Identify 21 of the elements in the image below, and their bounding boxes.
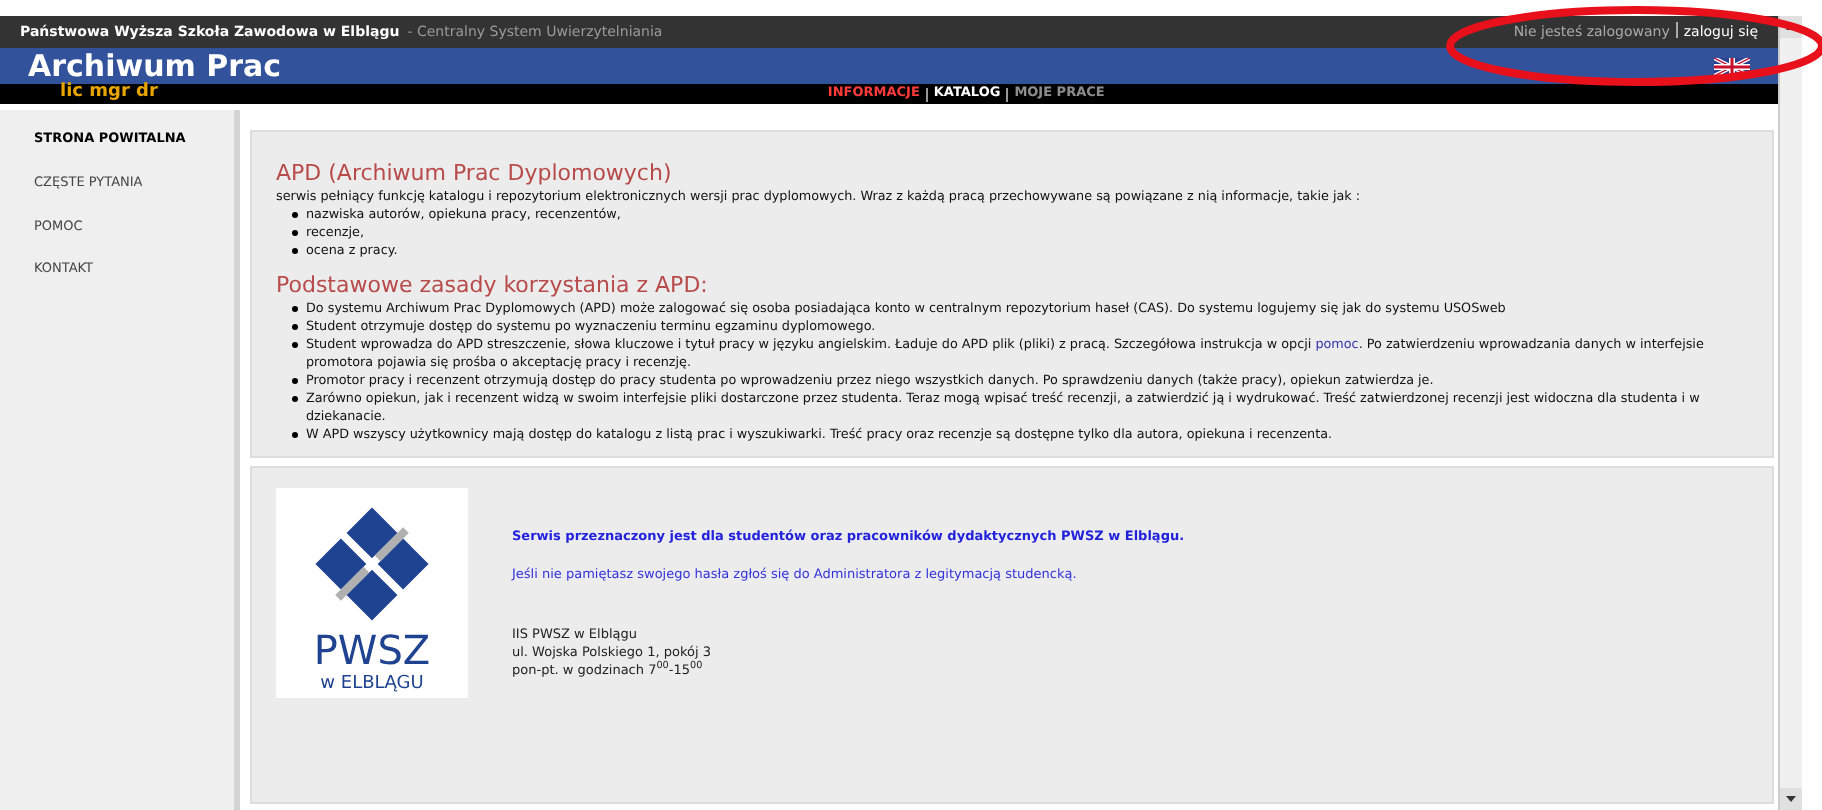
logo-name: PWSZ bbox=[313, 630, 431, 670]
bullet-icon bbox=[292, 306, 298, 312]
scroll-down-icon[interactable] bbox=[1780, 788, 1802, 810]
separator bbox=[925, 87, 928, 101]
bullet-icon bbox=[292, 248, 298, 254]
bullet-icon bbox=[292, 378, 298, 384]
rules-heading: Podstawowe zasady korzystania z APD: bbox=[276, 276, 710, 294]
separator bbox=[1675, 21, 1678, 38]
bullet-icon bbox=[292, 230, 298, 236]
intro-heading: APD (Archiwum Prac Dyplomowych) bbox=[276, 164, 674, 182]
app-title: Archiwum Prac bbox=[28, 52, 282, 82]
bullet-icon bbox=[292, 432, 298, 438]
app-subtitle: lic mgr dr bbox=[60, 83, 158, 101]
logo-city: w ELBLĄGU bbox=[320, 676, 424, 694]
bullet-icon bbox=[292, 324, 298, 330]
scrollbar[interactable] bbox=[1778, 16, 1802, 810]
bullet-icon bbox=[292, 396, 298, 402]
bullet-icon bbox=[292, 342, 298, 348]
pwsz-emblem-icon bbox=[312, 504, 432, 624]
bullet-icon bbox=[292, 212, 298, 218]
separator bbox=[1006, 87, 1009, 101]
